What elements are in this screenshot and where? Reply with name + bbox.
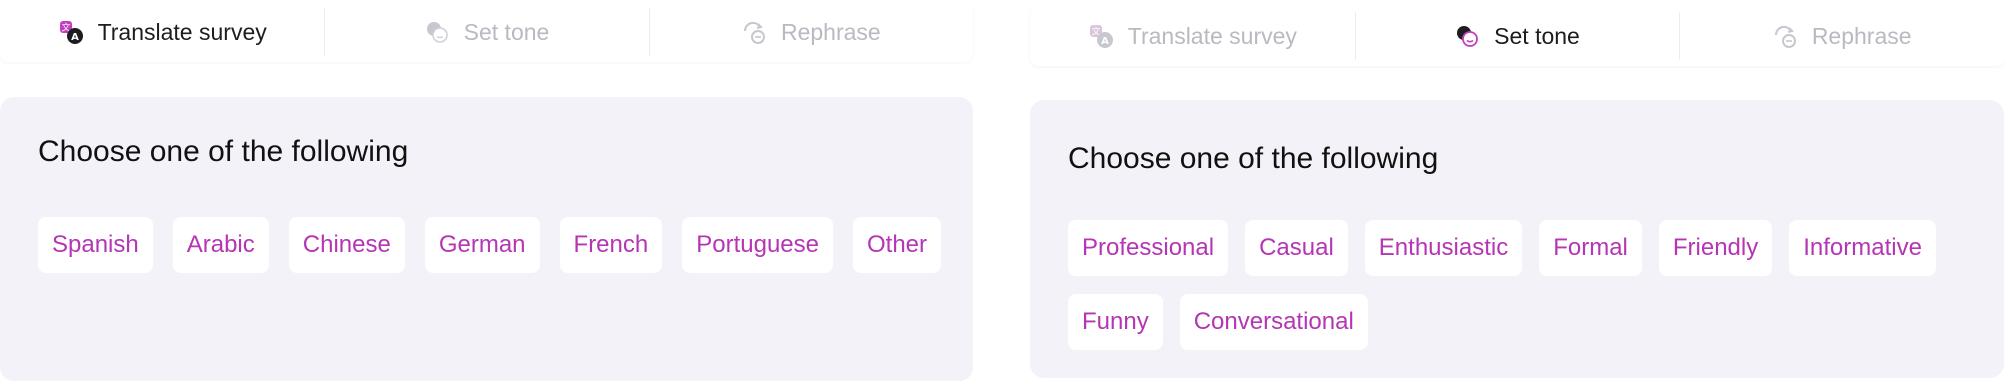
tab-rephrase[interactable]: Rephrase xyxy=(648,2,973,62)
option-chip-german[interactable]: German xyxy=(424,217,540,273)
option-chip-informative[interactable]: Informative xyxy=(1789,220,1936,276)
svg-text:A: A xyxy=(71,32,79,43)
option-chip-portuguese[interactable]: Portuguese xyxy=(682,217,833,273)
rephrase-icon xyxy=(741,19,767,45)
tab-label: Set tone xyxy=(463,18,550,45)
option-chip-french[interactable]: French xyxy=(559,217,663,273)
option-chip-arabic[interactable]: Arabic xyxy=(172,217,269,273)
tab-label: Rephrase xyxy=(780,18,881,45)
option-chip-other[interactable]: Other xyxy=(853,217,942,273)
option-chip-casual[interactable]: Casual xyxy=(1245,220,1348,276)
tab-translate-survey[interactable]: 文 A Translate survey xyxy=(0,2,324,62)
option-chip-professional[interactable]: Professional xyxy=(1068,220,1229,276)
options-card: Choose one of the following Spanish Arab… xyxy=(0,97,973,381)
card-title: Choose one of the following xyxy=(38,135,409,168)
options-card: Choose one of the following Professional… xyxy=(1030,100,2004,378)
option-chips: Professional Casual Enthusiastic Formal … xyxy=(1068,220,1974,350)
translate-icon: 文 A xyxy=(1088,23,1114,49)
tab-translate-survey[interactable]: 文 A Translate survey xyxy=(1030,6,1355,66)
svg-text:A: A xyxy=(1101,36,1109,47)
translate-icon: 文 A xyxy=(58,19,84,45)
tab-label: Set tone xyxy=(1494,22,1580,49)
tab-label: Rephrase xyxy=(1811,22,1912,49)
tab-label: Translate survey xyxy=(97,18,267,45)
card-title: Choose one of the following xyxy=(1068,142,1439,175)
tab-bar: 文 A Translate survey Set tone Rephrase xyxy=(0,2,973,62)
option-chip-conversational[interactable]: Conversational xyxy=(1179,294,1368,350)
option-chip-friendly[interactable]: Friendly xyxy=(1658,220,1773,276)
tab-label: Translate survey xyxy=(1127,22,1297,49)
rephrase-icon xyxy=(1772,23,1798,49)
option-chip-spanish[interactable]: Spanish xyxy=(38,217,153,273)
tab-rephrase[interactable]: Rephrase xyxy=(1679,6,2004,66)
option-chip-chinese[interactable]: Chinese xyxy=(288,217,405,273)
tone-icon xyxy=(424,19,450,45)
option-chips: Spanish Arabic Chinese German French Por… xyxy=(38,217,943,273)
tab-set-tone[interactable]: Set tone xyxy=(324,2,648,62)
option-chip-enthusiastic[interactable]: Enthusiastic xyxy=(1364,220,1523,276)
tone-icon xyxy=(1454,23,1480,49)
option-chip-funny[interactable]: Funny xyxy=(1068,294,1163,350)
tab-bar: 文 A Translate survey Set tone Rephrase xyxy=(1030,6,2004,66)
tab-set-tone[interactable]: Set tone xyxy=(1354,6,1680,66)
option-chip-formal[interactable]: Formal xyxy=(1539,220,1642,276)
